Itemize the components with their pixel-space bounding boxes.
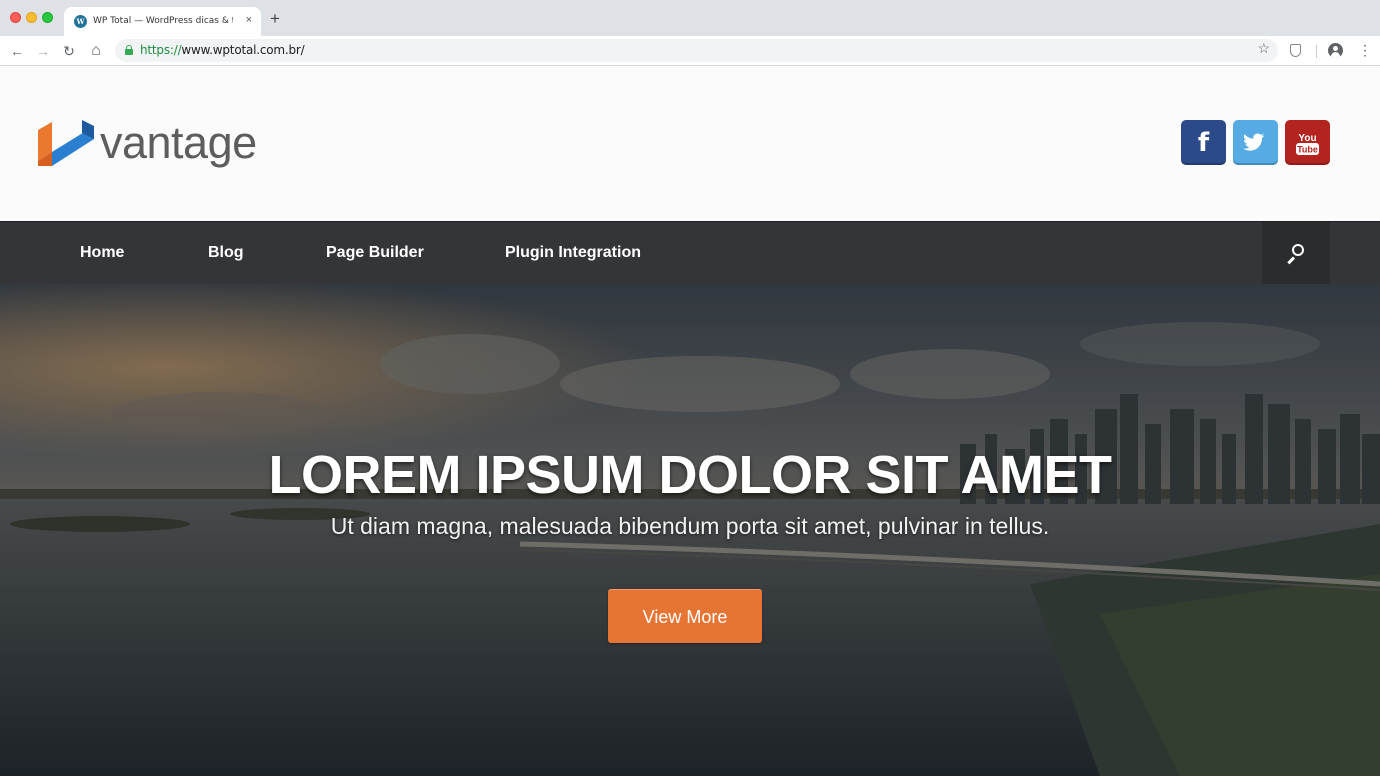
search-icon — [1292, 244, 1304, 256]
browser-toolbar: ← → ↻ ⌂ https://www.wptotal.com.br/ ☆ ⋮ — [0, 36, 1380, 66]
profile-avatar-icon[interactable] — [1328, 43, 1343, 58]
tab-title: WP Total — WordPress dicas & tutoriais. — [93, 16, 233, 26]
wordpress-favicon-icon: W — [74, 15, 87, 28]
reload-icon[interactable]: ↻ — [59, 41, 79, 61]
url-scheme: https:// — [140, 43, 182, 57]
search-icon-handle — [1287, 256, 1295, 264]
youtube-button[interactable]: You Tube — [1285, 120, 1330, 165]
hero-title: LOREM IPSUM DOLOR SIT AMET — [268, 445, 1112, 505]
forward-arrow-icon[interactable]: → — [33, 41, 53, 61]
maximize-window-button[interactable] — [42, 12, 53, 23]
youtube-tube-text: Tube — [1297, 145, 1318, 155]
browser-tab-bar: W WP Total — WordPress dicas & tutoriais… — [0, 0, 1380, 36]
new-tab-button[interactable]: + — [270, 10, 280, 27]
youtube-icon: You Tube — [1296, 133, 1319, 155]
browser-menu-icon[interactable]: ⋮ — [1358, 42, 1372, 58]
youtube-you-text: You — [1298, 133, 1316, 144]
nav-item-home[interactable]: Home — [80, 244, 124, 262]
nav-item-plugin-integration[interactable]: Plugin Integration — [505, 244, 641, 262]
main-navigation: Home Blog Page Builder Plugin Integratio… — [0, 221, 1380, 284]
browser-tab[interactable]: W WP Total — WordPress dicas & tutoriais… — [64, 7, 261, 36]
hero-banner: LOREM IPSUM DOLOR SIT AMET Ut diam magna… — [0, 284, 1380, 776]
logo-text: vantage — [100, 117, 257, 168]
shield-extension-icon[interactable] — [1290, 44, 1301, 57]
twitter-button[interactable] — [1233, 120, 1278, 165]
minimize-window-button[interactable] — [26, 12, 37, 23]
lock-icon — [125, 45, 133, 55]
url-text: https://www.wptotal.com.br/ — [140, 43, 305, 57]
vantage-logo-mark-icon — [38, 120, 94, 166]
address-bar[interactable]: https://www.wptotal.com.br/ ☆ — [115, 39, 1278, 62]
twitter-bird-icon — [1243, 133, 1265, 151]
bookmark-star-icon[interactable]: ☆ — [1257, 40, 1270, 57]
back-arrow-icon[interactable]: ← — [7, 41, 27, 61]
close-window-button[interactable] — [10, 12, 21, 23]
nav-item-page-builder[interactable]: Page Builder — [326, 244, 424, 262]
tab-close-icon[interactable]: × — [246, 14, 252, 26]
hero-subtitle: Ut diam magna, malesuada bibendum porta … — [330, 513, 1050, 539]
vantage-logo[interactable]: vantage — [38, 118, 268, 170]
search-button[interactable] — [1262, 222, 1330, 284]
url-host: www.wptotal.com.br/ — [181, 43, 305, 57]
toolbar-divider — [1316, 45, 1317, 58]
facebook-icon: f — [1197, 128, 1210, 158]
view-more-button[interactable]: View More — [608, 589, 762, 643]
home-icon[interactable]: ⌂ — [86, 41, 106, 61]
facebook-button[interactable]: f — [1181, 120, 1226, 165]
site-header: vantage f You Tube — [0, 66, 1380, 221]
nav-item-blog[interactable]: Blog — [208, 244, 244, 262]
